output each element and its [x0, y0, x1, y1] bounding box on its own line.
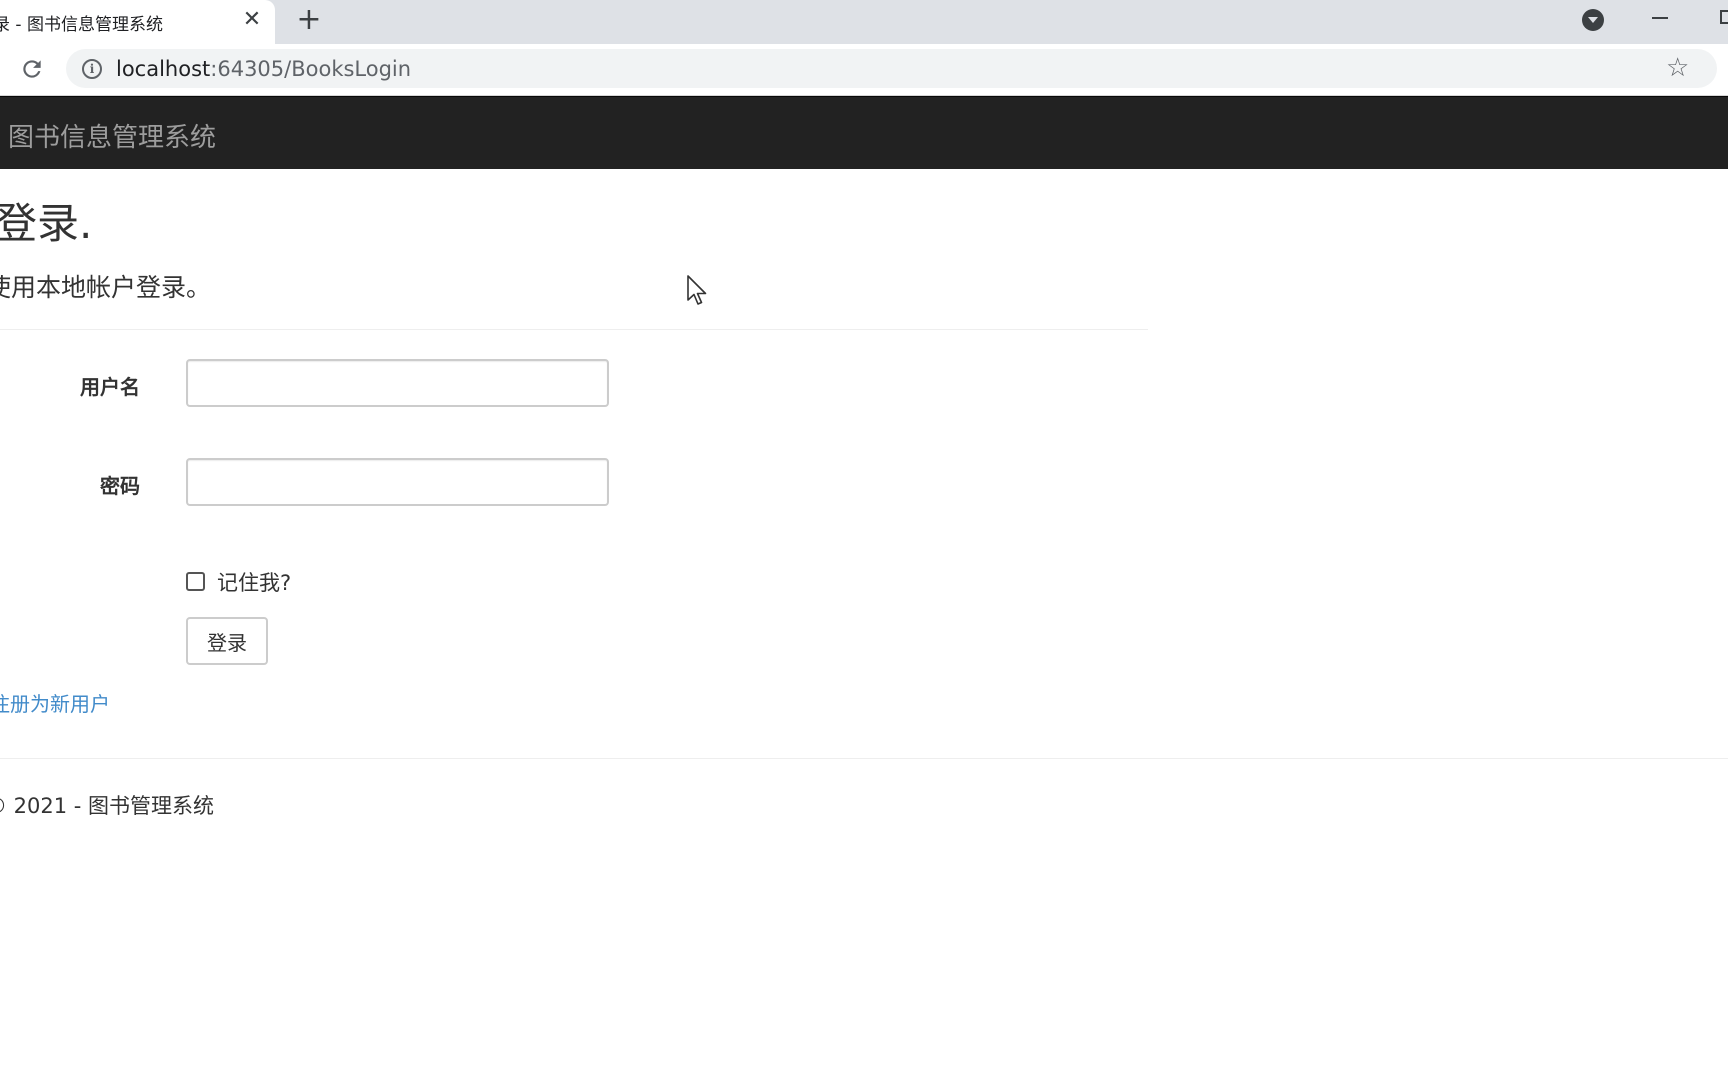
url-host: localhost: [116, 57, 211, 81]
footer-text: © 2021 - 图书管理系统: [0, 794, 215, 818]
password-input[interactable]: [186, 458, 609, 506]
remember-checkbox[interactable]: [186, 572, 205, 591]
address-bar[interactable]: i localhost:64305/BooksLogin ☆: [66, 49, 1717, 88]
url-text[interactable]: localhost:64305/BooksLogin: [116, 57, 411, 81]
maximize-icon[interactable]: [1720, 10, 1728, 24]
username-label: 用户名: [80, 375, 140, 399]
username-input[interactable]: [186, 359, 609, 407]
page-subtitle: 使用本地帐户登录。: [0, 273, 212, 302]
minimize-icon[interactable]: [1652, 17, 1668, 19]
tab-title: 录 - 图书信息管理系统: [0, 15, 163, 35]
register-link[interactable]: 注册为新用户: [0, 688, 110, 717]
divider: [0, 329, 1148, 330]
navbar-brand[interactable]: 图书信息管理系统: [8, 117, 216, 154]
url-path: :64305/BooksLogin: [210, 57, 412, 81]
password-label: 密码: [100, 474, 140, 498]
login-button[interactable]: 登录: [186, 617, 268, 665]
new-tab-icon[interactable]: +: [295, 5, 323, 35]
remember-label[interactable]: 记住我?: [217, 567, 291, 597]
site-navbar: 图书信息管理系统: [0, 96, 1728, 169]
close-tab-icon[interactable]: ✕: [240, 8, 264, 32]
tab-search-icon[interactable]: [1582, 9, 1604, 31]
mouse-cursor-icon: [687, 275, 707, 305]
page-title: 登录.: [0, 199, 93, 248]
star-icon[interactable]: ☆: [1666, 53, 1689, 83]
browser-toolbar: i localhost:64305/BooksLogin ☆: [0, 44, 1728, 96]
info-icon[interactable]: i: [82, 59, 102, 79]
reload-icon[interactable]: [19, 56, 45, 82]
browser-tab[interactable]: 录 - 图书信息管理系统 ✕: [0, 0, 275, 44]
browser-tab-strip: 录 - 图书信息管理系统 ✕ +: [0, 0, 1728, 44]
footer-divider: [0, 758, 1728, 759]
